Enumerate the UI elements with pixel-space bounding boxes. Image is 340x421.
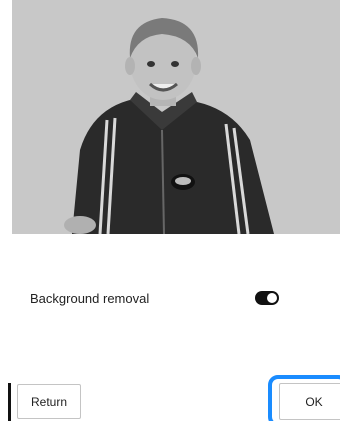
left-edge-bar bbox=[8, 383, 11, 421]
background-removal-dialog: Background removal Return OK bbox=[0, 0, 340, 421]
photo-preview bbox=[12, 0, 340, 234]
child-photo-icon bbox=[12, 0, 340, 234]
background-removal-setting: Background removal bbox=[30, 284, 290, 312]
background-removal-label: Background removal bbox=[30, 291, 150, 306]
background-removal-toggle[interactable] bbox=[255, 291, 279, 305]
toggle-knob bbox=[267, 293, 277, 303]
return-button[interactable]: Return bbox=[17, 384, 81, 419]
ok-button[interactable]: OK bbox=[279, 383, 340, 420]
